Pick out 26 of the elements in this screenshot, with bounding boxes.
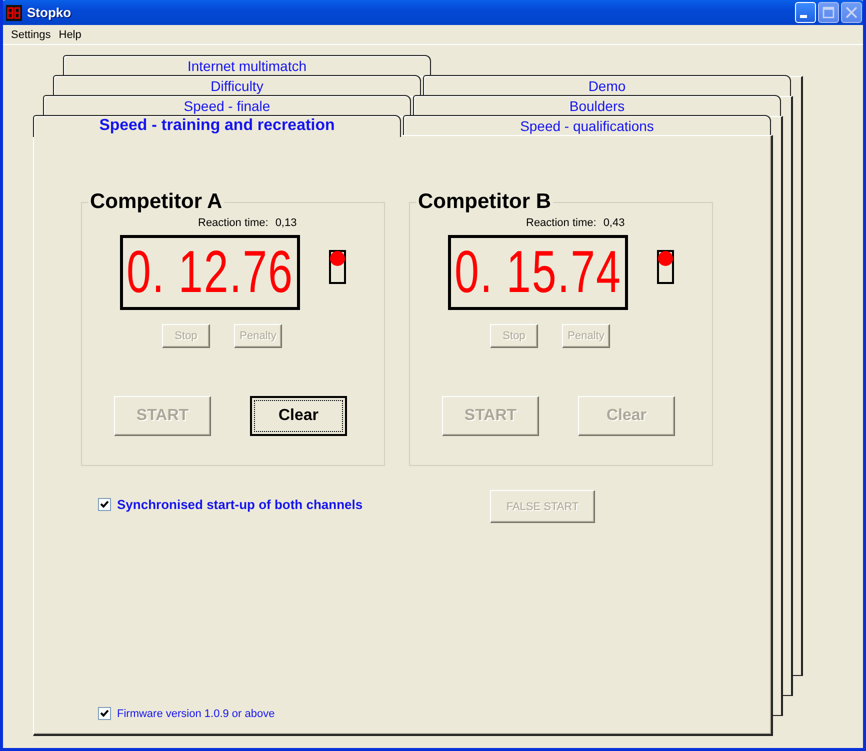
app-icon [6,4,22,20]
minimize-button[interactable] [795,2,816,23]
reaction-value: 0,43 [603,217,625,229]
button[interactable]: Clear [250,396,347,436]
reaction-label: Reaction time: [198,217,268,229]
tab[interactable]: Boulders [413,95,781,116]
checkbox[interactable] [98,707,111,720]
checkbox-label: Synchronised start-up of both channels [117,497,363,512]
minimize-icon [800,15,807,18]
window-title: Stopko [27,5,72,20]
group-title: Competitor A [89,191,224,213]
tab[interactable]: Demo [423,75,791,96]
tab[interactable]: Speed - training and recreation [33,115,401,137]
tab[interactable]: Speed - qualifications [403,115,771,136]
reaction-value: 0,13 [275,217,297,229]
tab[interactable]: Speed - finale [43,95,411,116]
reaction-label: Reaction time: [526,217,596,229]
menu-item[interactable]: Help [54,28,86,40]
tab[interactable]: Internet multimatch [63,55,431,76]
timer-display: 0. 12.76 [120,235,300,310]
checkbox[interactable] [98,498,111,511]
group-title: Competitor B [417,191,552,213]
checkbox-label: Firmware version 1.0.9 or above [117,708,275,720]
menu-item[interactable]: Settings [7,28,55,40]
tab[interactable]: Difficulty [53,75,421,96]
timer-display: 0. 15.74 [448,235,628,310]
